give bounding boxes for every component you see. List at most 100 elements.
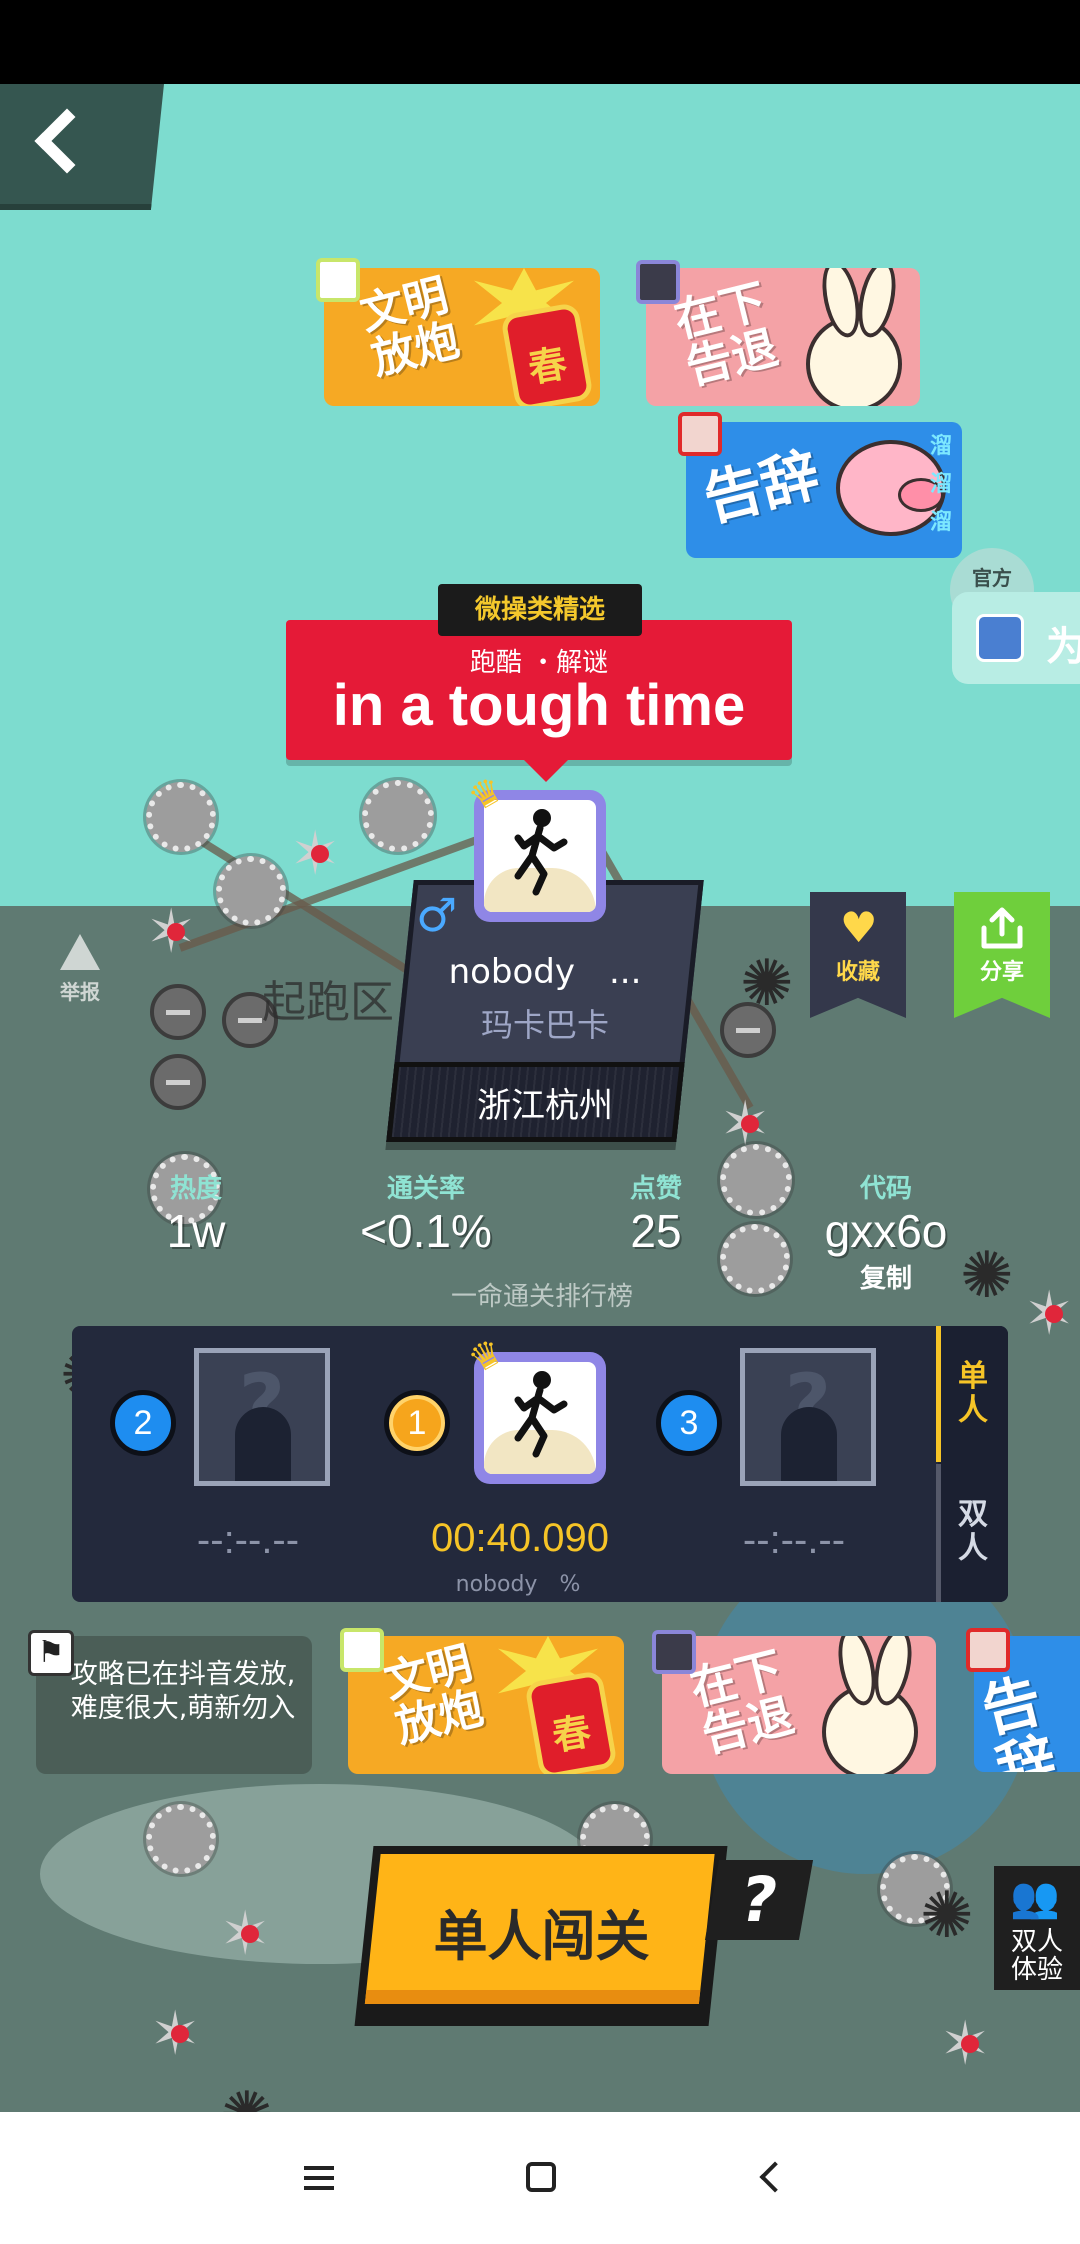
tip-text: 攻略已在抖音发放,难度很大,萌新勿入 bbox=[70, 1659, 296, 1724]
thorn-bush: ✺ bbox=[920, 1879, 974, 1953]
rank-time-1: 00:40.090 bbox=[431, 1516, 609, 1560]
anchor-node bbox=[150, 984, 206, 1040]
side-comment-chip: 为 bbox=[952, 592, 1080, 684]
sticker-text: 在下 告退 bbox=[685, 1642, 799, 1762]
stat-code: 代码 gxx6o bbox=[796, 1168, 976, 1258]
stat-label: 点赞 bbox=[629, 1174, 682, 1204]
rank-time-3: --:--.-- bbox=[742, 1518, 846, 1562]
featured-tag: 微操类精选 bbox=[438, 584, 642, 636]
empty-avatar-slot: ? bbox=[740, 1348, 876, 1486]
stat-heat: 热度 1w bbox=[106, 1168, 286, 1258]
rank-badge-2: 2 bbox=[110, 1390, 176, 1456]
banner-pointer bbox=[520, 756, 572, 782]
ranking-title: 一命通关排行榜 bbox=[450, 1282, 633, 1312]
author-name: nobody ... bbox=[448, 952, 642, 992]
level-title-banner: 跑酷 ・解谜 in a tough time bbox=[286, 620, 792, 760]
sticker-text: 告辞 bbox=[975, 1667, 1063, 1772]
stat-label: 热度 bbox=[169, 1174, 222, 1204]
sticker-goodbye: 告辞 溜 溜 溜 bbox=[686, 422, 962, 558]
runner-icon bbox=[484, 1362, 596, 1474]
user-avatar bbox=[316, 258, 360, 302]
empty-avatar-slot: ? bbox=[194, 1348, 330, 1486]
sticker-firecracker: 文明 放炮 春 bbox=[348, 1636, 624, 1774]
sticker-text: 溜 溜 溜 bbox=[930, 434, 953, 535]
warning-icon bbox=[60, 934, 100, 970]
spike-star: ✶ bbox=[940, 2009, 991, 2079]
author-location: 浙江杭州 bbox=[477, 1086, 613, 1126]
user-avatar bbox=[966, 1628, 1010, 1672]
spike-star: ✶ bbox=[290, 819, 341, 889]
user-avatar bbox=[636, 260, 680, 304]
stat-value: 1w bbox=[166, 1205, 226, 1257]
user-avatar bbox=[652, 1630, 696, 1674]
help-label: ? bbox=[734, 1863, 784, 1936]
home-icon[interactable] bbox=[526, 2162, 556, 2192]
heart-icon: ♥ bbox=[840, 903, 878, 952]
play-solo-button[interactable]: 单人闯关 bbox=[354, 1846, 728, 2026]
rank-time-2: --:--.-- bbox=[196, 1518, 300, 1562]
chevron-left-icon bbox=[34, 108, 100, 174]
user-avatar bbox=[678, 412, 722, 456]
saw-blade bbox=[146, 1804, 216, 1874]
tab-duo[interactable]: 双 人 bbox=[938, 1498, 1008, 1566]
anchor-node bbox=[150, 1054, 206, 1110]
sticker-firecracker: 文明 放炮 春 bbox=[324, 268, 600, 406]
copy-code-button[interactable]: 复制 bbox=[826, 1258, 946, 1295]
stat-clear-rate: 通关率 <0.1% bbox=[336, 1168, 516, 1258]
runner-exit-icon: ⚑ bbox=[28, 1630, 74, 1676]
favorite-label: 收藏 bbox=[835, 960, 880, 985]
spike-star: ✶ bbox=[1024, 1279, 1075, 1349]
spike-star: ✶ bbox=[720, 1089, 771, 1159]
bunny-icon bbox=[822, 1684, 918, 1774]
report-label: 举报 bbox=[60, 980, 100, 1004]
start-zone-label: 起跑区 bbox=[262, 977, 394, 1028]
user-avatar bbox=[340, 1628, 384, 1672]
sticker-farewell: 在下 告退 bbox=[646, 268, 920, 406]
rank-badge-3: 3 bbox=[656, 1390, 722, 1456]
duo-trial-button[interactable]: 👥 双人 体验 bbox=[994, 1866, 1080, 1990]
level-name: in a tough time bbox=[332, 673, 746, 738]
tab-solo[interactable]: 单 人 bbox=[938, 1360, 1008, 1428]
thorn-bush: ✺ bbox=[220, 2084, 274, 2112]
sticker-text: 文明 放炮 bbox=[379, 1638, 489, 1753]
two-people-icon: 👥 bbox=[1010, 1875, 1060, 1921]
stat-likes: 点赞 25 bbox=[566, 1168, 746, 1258]
user-avatar bbox=[976, 614, 1024, 662]
saw-blade bbox=[216, 856, 286, 926]
author-avatar[interactable]: ♛ bbox=[462, 769, 606, 922]
share-label: 分享 bbox=[979, 960, 1024, 985]
spike-star: ✶ bbox=[146, 897, 197, 967]
firecracker-icon: 春 bbox=[524, 1669, 618, 1774]
stat-label: 通关率 bbox=[386, 1174, 465, 1204]
spike-star: ✶ bbox=[220, 1899, 271, 1969]
tip-message: 攻略已在抖音发放,难度很大,萌新勿入 bbox=[36, 1636, 312, 1774]
sticker-farewell: 在下 告退 bbox=[662, 1636, 936, 1774]
sticker-text: 在下 告退 bbox=[669, 274, 783, 394]
share-icon bbox=[981, 907, 1023, 949]
back-button[interactable] bbox=[0, 84, 164, 210]
status-bar bbox=[0, 0, 1080, 84]
menu-icon[interactable] bbox=[304, 2166, 334, 2190]
report-button[interactable]: 举报 bbox=[50, 934, 110, 1005]
bunny-icon bbox=[806, 316, 902, 406]
help-button[interactable]: ? bbox=[704, 1860, 814, 1940]
duo-trial-label: 双人 体验 bbox=[1010, 1927, 1063, 1985]
sticker-text: 文明 放炮 bbox=[355, 270, 465, 385]
stat-value: gxx6o bbox=[824, 1205, 948, 1257]
silhouette-icon bbox=[235, 1407, 291, 1481]
top-player-name: nobody % bbox=[455, 1572, 581, 1597]
thorn-bush: ✺ bbox=[740, 947, 794, 1021]
rank-badge-1: 1 bbox=[384, 1390, 450, 1456]
saw-blade bbox=[146, 782, 216, 852]
saw-blade bbox=[362, 780, 434, 852]
spike-star: ✶ bbox=[150, 1999, 201, 2069]
author-nickname: 玛卡巴卡 bbox=[480, 1006, 609, 1044]
stat-value: <0.1% bbox=[360, 1205, 492, 1257]
silhouette-icon bbox=[781, 1407, 837, 1481]
top-player-avatar[interactable]: ♛ bbox=[462, 1331, 606, 1484]
stat-label: 代码 bbox=[859, 1174, 912, 1204]
runner-icon bbox=[484, 800, 596, 912]
male-icon: ♂ bbox=[416, 888, 458, 942]
sticker-text: 告辞 bbox=[697, 441, 826, 534]
side-comment-text: 为 bbox=[1046, 624, 1080, 670]
